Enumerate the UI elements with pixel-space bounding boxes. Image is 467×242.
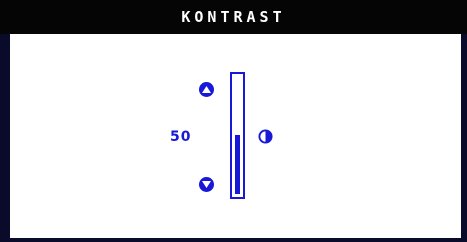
contrast-slider[interactable] [230, 72, 245, 199]
contrast-icon [258, 129, 273, 144]
contrast-value: 50 [170, 129, 192, 145]
osd-panel: KONTRAST 50 [0, 0, 467, 242]
title-bar: KONTRAST [0, 0, 467, 34]
arrow-up-icon[interactable] [199, 82, 214, 97]
contrast-slider-fill [235, 135, 240, 194]
contrast-control: 50 [10, 34, 461, 238]
arrow-down-icon[interactable] [199, 177, 214, 192]
panel-title: KONTRAST [181, 8, 286, 26]
